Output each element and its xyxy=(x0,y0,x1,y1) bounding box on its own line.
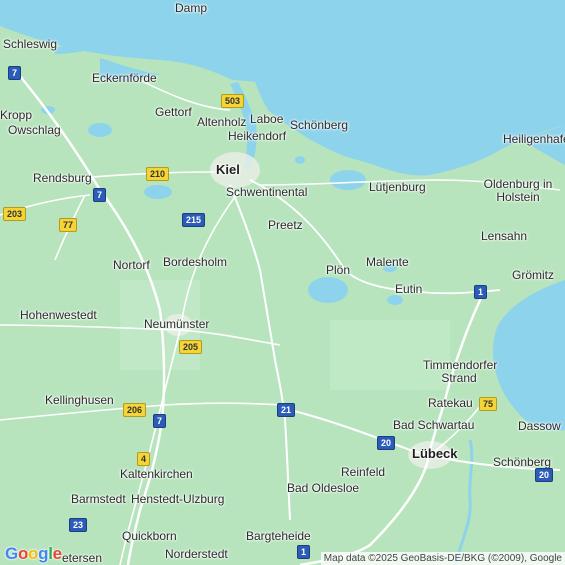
place-oldenburg[interactable]: Oldenburg in Holstein xyxy=(478,178,558,204)
road-shield-a21[interactable]: 21 xyxy=(277,403,296,417)
lake-small-3 xyxy=(405,156,415,164)
westensee xyxy=(144,185,172,199)
selenter-see xyxy=(330,170,366,190)
map-attribution[interactable]: Map data ©2025 GeoBasis-DE/BKG (©2009), … xyxy=(320,552,565,565)
place-bad-oldesloe[interactable]: Bad Oldesloe xyxy=(287,482,359,495)
place-bordesholm[interactable]: Bordesholm xyxy=(163,256,227,269)
place-schoenberg-north[interactable]: Schönberg xyxy=(290,119,348,132)
place-neumuenster[interactable]: Neumünster xyxy=(144,318,209,331)
road-shield-a7[interactable]: 7 xyxy=(8,66,22,80)
place-kropp[interactable]: Kropp xyxy=(0,109,32,122)
road-shield-b77[interactable]: 77 xyxy=(59,218,78,232)
place-owschlag[interactable]: Owschlag xyxy=(8,124,61,137)
road-shield-a7[interactable]: 7 xyxy=(93,188,107,202)
place-schleswig[interactable]: Schleswig xyxy=(3,38,57,51)
road-shield-b503[interactable]: 503 xyxy=(221,94,245,108)
place-laboe[interactable]: Laboe xyxy=(250,113,283,126)
place-reinfeld[interactable]: Reinfeld xyxy=(341,466,385,479)
google-logo-letter: e xyxy=(52,544,62,563)
place-bargteheide[interactable]: Bargteheide xyxy=(246,530,311,543)
road-shield-a23[interactable]: 23 xyxy=(69,518,88,532)
road-shield-a215[interactable]: 215 xyxy=(182,213,206,227)
google-logo-letter: o xyxy=(17,544,29,563)
google-logo-letter: o xyxy=(28,544,39,563)
place-lensahn[interactable]: Lensahn xyxy=(481,230,527,243)
google-logo-letter: g xyxy=(38,544,49,563)
place-henstedt[interactable]: Henstedt-Ulzburg xyxy=(131,493,224,506)
place-eutin[interactable]: Eutin xyxy=(395,283,422,296)
grosser-ploener-see xyxy=(308,277,348,303)
place-ratekau[interactable]: Ratekau xyxy=(428,397,473,410)
place-kellinghusen[interactable]: Kellinghusen xyxy=(45,394,114,407)
place-malente[interactable]: Malente xyxy=(366,256,409,269)
road-shield-b4[interactable]: 4 xyxy=(137,452,151,466)
road-shield-a20[interactable]: 20 xyxy=(377,436,396,450)
place-eckernfoerde[interactable]: Eckernförde xyxy=(92,72,157,85)
lake-small-2 xyxy=(295,156,305,164)
place-dassow[interactable]: Dassow xyxy=(518,420,561,433)
place-norderstedt[interactable]: Norderstedt xyxy=(165,548,228,561)
place-luebeck[interactable]: Lübeck xyxy=(412,447,458,460)
place-quickborn[interactable]: Quickborn xyxy=(122,530,177,543)
lake-small-1 xyxy=(387,295,403,305)
road-shield-a7[interactable]: 7 xyxy=(153,414,167,428)
place-schwentinental[interactable]: Schwentinental xyxy=(226,186,307,199)
road-shield-a20[interactable]: 20 xyxy=(535,468,554,482)
place-kiel[interactable]: Kiel xyxy=(216,163,240,176)
place-nortorf[interactable]: Nortorf xyxy=(113,259,150,272)
place-barmstedt[interactable]: Barmstedt xyxy=(71,493,126,506)
google-logo: Google xyxy=(5,544,62,564)
road-shield-b205[interactable]: 205 xyxy=(179,340,203,354)
place-damp[interactable]: Damp xyxy=(175,2,207,15)
place-rendsburg[interactable]: Rendsburg xyxy=(33,172,92,185)
road-shield-a1[interactable]: 1 xyxy=(474,285,488,299)
place-ploen[interactable]: Plön xyxy=(326,264,350,277)
google-logo-letter: G xyxy=(5,544,18,563)
place-heikendorf[interactable]: Heikendorf xyxy=(228,130,286,143)
road-shield-b206[interactable]: 206 xyxy=(123,403,147,417)
place-gettorf[interactable]: Gettorf xyxy=(155,106,192,119)
road-shield-b75[interactable]: 75 xyxy=(479,397,498,411)
place-hohenwestedt[interactable]: Hohenwestedt xyxy=(20,309,97,322)
place-partial-etersen[interactable]: etersen xyxy=(62,552,102,565)
place-groemitz[interactable]: Grömitz xyxy=(512,269,554,282)
wittensee xyxy=(88,123,112,137)
road-shield-b210[interactable]: 210 xyxy=(146,167,170,181)
map-base-layer xyxy=(0,0,565,565)
place-bad-schwartau[interactable]: Bad Schwartau xyxy=(393,419,474,432)
road-shield-a1[interactable]: 1 xyxy=(297,545,311,559)
place-heiligenhafen[interactable]: Heiligenhafe xyxy=(503,133,565,146)
road-shield-b203[interactable]: 203 xyxy=(3,207,27,221)
map-view[interactable]: Damp Schleswig Eckernförde Kropp Owschla… xyxy=(0,0,565,565)
place-timmendorfer[interactable]: Timmendorfer Strand xyxy=(423,359,497,385)
place-preetz[interactable]: Preetz xyxy=(268,219,303,232)
place-kaltenkirchen[interactable]: Kaltenkirchen xyxy=(120,468,193,481)
place-altenholz[interactable]: Altenholz xyxy=(197,116,246,129)
place-luetjenburg[interactable]: Lütjenburg xyxy=(369,181,426,194)
